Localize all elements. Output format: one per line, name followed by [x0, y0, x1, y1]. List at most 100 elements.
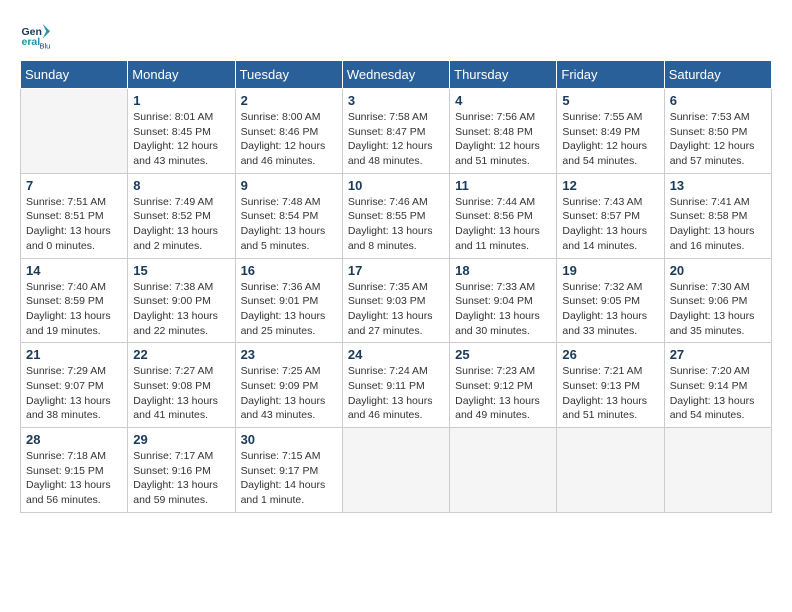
- day-number: 10: [348, 178, 444, 193]
- day-info: Sunrise: 7:29 AMSunset: 9:07 PMDaylight:…: [26, 364, 122, 423]
- calendar-cell: 21 Sunrise: 7:29 AMSunset: 9:07 PMDayligh…: [21, 343, 128, 428]
- calendar-cell: 7Sunrise: 7:51 AMSunset: 8:51 PMDaylight…: [21, 173, 128, 258]
- day-number: 24: [348, 347, 444, 362]
- day-number: 22: [133, 347, 229, 362]
- calendar-week-row: 21 Sunrise: 7:29 AMSunset: 9:07 PMDayligh…: [21, 343, 772, 428]
- calendar-cell: 23Sunrise: 7:25 AMSunset: 9:09 PMDayligh…: [235, 343, 342, 428]
- calendar-cell: 27 Sunrise: 7:20 AMSunset: 9:14 PMDayligh…: [664, 343, 771, 428]
- day-number: 27: [670, 347, 766, 362]
- calendar-cell: 4 Sunrise: 7:56 AMSunset: 8:48 PMDaylight…: [450, 89, 557, 174]
- calendar-cell: 2Sunrise: 8:00 AMSunset: 8:46 PMDaylight…: [235, 89, 342, 174]
- day-info: Sunrise: 7:15 AMSunset: 9:17 PMDaylight:…: [241, 449, 337, 508]
- calendar-week-row: 1 Sunrise: 8:01 AMSunset: 8:45 PMDaylight…: [21, 89, 772, 174]
- calendar-cell: 22 Sunrise: 7:27 AMSunset: 9:08 PMDayligh…: [128, 343, 235, 428]
- calendar-cell: 8 Sunrise: 7:49 AMSunset: 8:52 PMDaylight…: [128, 173, 235, 258]
- calendar-cell: 16 Sunrise: 7:36 AMSunset: 9:01 PMDayligh…: [235, 258, 342, 343]
- day-info: Sunrise: 7:53 AMSunset: 8:50 PMDaylight:…: [670, 110, 766, 169]
- day-number: 17: [348, 263, 444, 278]
- calendar-cell: 30 Sunrise: 7:15 AMSunset: 9:17 PMDayligh…: [235, 428, 342, 513]
- day-number: 16: [241, 263, 337, 278]
- day-header-thursday: Thursday: [450, 61, 557, 89]
- calendar-cell: 9 Sunrise: 7:48 AMSunset: 8:54 PMDaylight…: [235, 173, 342, 258]
- day-info: Sunrise: 7:24 AMSunset: 9:11 PMDaylight:…: [348, 364, 444, 423]
- day-info: Sunrise: 7:43 AMSunset: 8:57 PMDaylight:…: [562, 195, 658, 254]
- day-info: Sunrise: 7:55 AMSunset: 8:49 PMDaylight:…: [562, 110, 658, 169]
- calendar-cell: 15Sunrise: 7:38 AMSunset: 9:00 PMDayligh…: [128, 258, 235, 343]
- day-info: Sunrise: 7:56 AMSunset: 8:48 PMDaylight:…: [455, 110, 551, 169]
- day-info: Sunrise: 7:20 AMSunset: 9:14 PMDaylight:…: [670, 364, 766, 423]
- day-info: Sunrise: 7:30 AMSunset: 9:06 PMDaylight:…: [670, 280, 766, 339]
- day-number: 21: [26, 347, 122, 362]
- calendar-cell: 26 Sunrise: 7:21 AMSunset: 9:13 PMDayligh…: [557, 343, 664, 428]
- calendar-cell: 14 Sunrise: 7:40 AMSunset: 8:59 PMDayligh…: [21, 258, 128, 343]
- day-info: Sunrise: 7:36 AMSunset: 9:01 PMDaylight:…: [241, 280, 337, 339]
- calendar-cell: [664, 428, 771, 513]
- calendar-cell: 10 Sunrise: 7:46 AMSunset: 8:55 PMDayligh…: [342, 173, 449, 258]
- day-header-friday: Friday: [557, 61, 664, 89]
- calendar-cell: 24 Sunrise: 7:24 AMSunset: 9:11 PMDayligh…: [342, 343, 449, 428]
- day-number: 28: [26, 432, 122, 447]
- day-number: 6: [670, 93, 766, 108]
- day-info: Sunrise: 7:18 AMSunset: 9:15 PMDaylight:…: [26, 449, 122, 508]
- day-info: Sunrise: 7:32 AMSunset: 9:05 PMDaylight:…: [562, 280, 658, 339]
- logo-icon: Gen eral Blue: [20, 20, 50, 50]
- calendar-week-row: 28 Sunrise: 7:18 AMSunset: 9:15 PMDayligh…: [21, 428, 772, 513]
- calendar-week-row: 7Sunrise: 7:51 AMSunset: 8:51 PMDaylight…: [21, 173, 772, 258]
- day-number: 19: [562, 263, 658, 278]
- day-info: Sunrise: 7:49 AMSunset: 8:52 PMDaylight:…: [133, 195, 229, 254]
- calendar-cell: 25Sunrise: 7:23 AMSunset: 9:12 PMDayligh…: [450, 343, 557, 428]
- day-header-monday: Monday: [128, 61, 235, 89]
- calendar-cell: 17 Sunrise: 7:35 AMSunset: 9:03 PMDayligh…: [342, 258, 449, 343]
- day-info: Sunrise: 7:46 AMSunset: 8:55 PMDaylight:…: [348, 195, 444, 254]
- day-info: Sunrise: 7:48 AMSunset: 8:54 PMDaylight:…: [241, 195, 337, 254]
- day-header-tuesday: Tuesday: [235, 61, 342, 89]
- day-header-saturday: Saturday: [664, 61, 771, 89]
- day-info: Sunrise: 7:23 AMSunset: 9:12 PMDaylight:…: [455, 364, 551, 423]
- day-number: 29: [133, 432, 229, 447]
- calendar-cell: 12Sunrise: 7:43 AMSunset: 8:57 PMDayligh…: [557, 173, 664, 258]
- calendar-header-row: SundayMondayTuesdayWednesdayThursdayFrid…: [21, 61, 772, 89]
- calendar-table: SundayMondayTuesdayWednesdayThursdayFrid…: [20, 60, 772, 513]
- day-info: Sunrise: 7:27 AMSunset: 9:08 PMDaylight:…: [133, 364, 229, 423]
- calendar-cell: [342, 428, 449, 513]
- day-number: 3: [348, 93, 444, 108]
- day-number: 30: [241, 432, 337, 447]
- calendar-cell: 1 Sunrise: 8:01 AMSunset: 8:45 PMDaylight…: [128, 89, 235, 174]
- day-info: Sunrise: 7:35 AMSunset: 9:03 PMDaylight:…: [348, 280, 444, 339]
- svg-text:eral: eral: [22, 36, 41, 48]
- svg-text:Blue: Blue: [40, 42, 51, 51]
- calendar-cell: 20 Sunrise: 7:30 AMSunset: 9:06 PMDayligh…: [664, 258, 771, 343]
- day-number: 26: [562, 347, 658, 362]
- calendar-cell: 18 Sunrise: 7:33 AMSunset: 9:04 PMDayligh…: [450, 258, 557, 343]
- day-info: Sunrise: 8:01 AMSunset: 8:45 PMDaylight:…: [133, 110, 229, 169]
- calendar-cell: [450, 428, 557, 513]
- day-number: 11: [455, 178, 551, 193]
- calendar-cell: 3 Sunrise: 7:58 AMSunset: 8:47 PMDaylight…: [342, 89, 449, 174]
- day-number: 1: [133, 93, 229, 108]
- day-header-sunday: Sunday: [21, 61, 128, 89]
- day-number: 8: [133, 178, 229, 193]
- logo: Gen eral Blue: [20, 20, 54, 50]
- calendar-cell: [21, 89, 128, 174]
- day-number: 2: [241, 93, 337, 108]
- calendar-cell: 28 Sunrise: 7:18 AMSunset: 9:15 PMDayligh…: [21, 428, 128, 513]
- calendar-week-row: 14 Sunrise: 7:40 AMSunset: 8:59 PMDayligh…: [21, 258, 772, 343]
- day-number: 9: [241, 178, 337, 193]
- day-info: Sunrise: 7:58 AMSunset: 8:47 PMDaylight:…: [348, 110, 444, 169]
- day-header-wednesday: Wednesday: [342, 61, 449, 89]
- day-info: Sunrise: 7:40 AMSunset: 8:59 PMDaylight:…: [26, 280, 122, 339]
- page-header: Gen eral Blue: [20, 20, 772, 50]
- day-info: Sunrise: 7:21 AMSunset: 9:13 PMDaylight:…: [562, 364, 658, 423]
- day-info: Sunrise: 7:38 AMSunset: 9:00 PMDaylight:…: [133, 280, 229, 339]
- day-info: Sunrise: 7:44 AMSunset: 8:56 PMDaylight:…: [455, 195, 551, 254]
- calendar-cell: 5 Sunrise: 7:55 AMSunset: 8:49 PMDaylight…: [557, 89, 664, 174]
- day-number: 18: [455, 263, 551, 278]
- day-number: 14: [26, 263, 122, 278]
- day-info: Sunrise: 7:33 AMSunset: 9:04 PMDaylight:…: [455, 280, 551, 339]
- day-number: 5: [562, 93, 658, 108]
- day-number: 4: [455, 93, 551, 108]
- day-number: 20: [670, 263, 766, 278]
- day-number: 7: [26, 178, 122, 193]
- calendar-cell: 11 Sunrise: 7:44 AMSunset: 8:56 PMDayligh…: [450, 173, 557, 258]
- day-number: 23: [241, 347, 337, 362]
